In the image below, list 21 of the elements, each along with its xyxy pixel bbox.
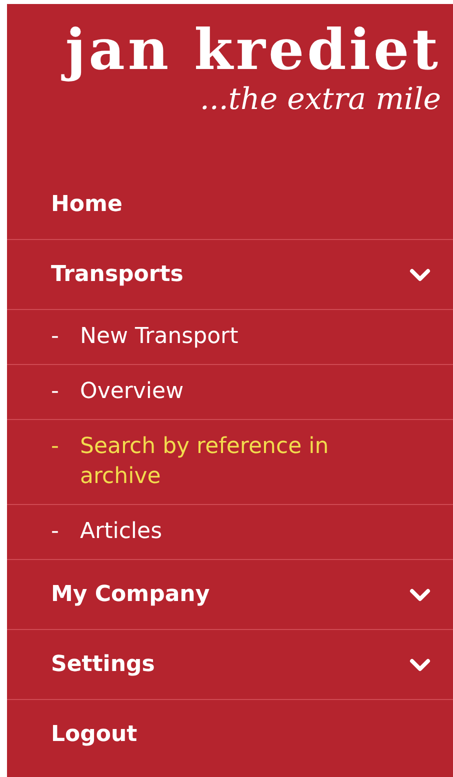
submenu-item[interactable]: - Articles: [7, 504, 453, 559]
submenu-label: Search by reference in archive: [80, 433, 330, 491]
submenu-label: Articles: [80, 518, 164, 546]
menu-item[interactable]: My Company: [7, 560, 453, 629]
submenu-item[interactable]: - Search by reference in archive: [7, 419, 453, 504]
dash-marker: -: [51, 518, 60, 546]
submenu-label: New Transport: [80, 323, 240, 351]
submenu-label: Overview: [80, 378, 185, 406]
menu-item[interactable]: Transports: [7, 240, 453, 309]
chevron-down-icon: [409, 658, 431, 672]
submenu-item[interactable]: - Overview: [7, 364, 453, 419]
menu-item[interactable]: Settings: [7, 630, 453, 699]
menu-item[interactable]: Logout: [7, 700, 453, 769]
chevron-down-icon: [409, 268, 431, 282]
chevron-down-icon: [409, 588, 431, 602]
submenu-item[interactable]: - New Transport: [7, 309, 453, 364]
dash-marker: -: [51, 323, 60, 351]
logo-tagline: ...the extra mile: [200, 82, 441, 118]
menu-item[interactable]: Home: [7, 170, 453, 239]
dash-marker: -: [51, 378, 60, 406]
dash-marker: -: [51, 433, 60, 461]
